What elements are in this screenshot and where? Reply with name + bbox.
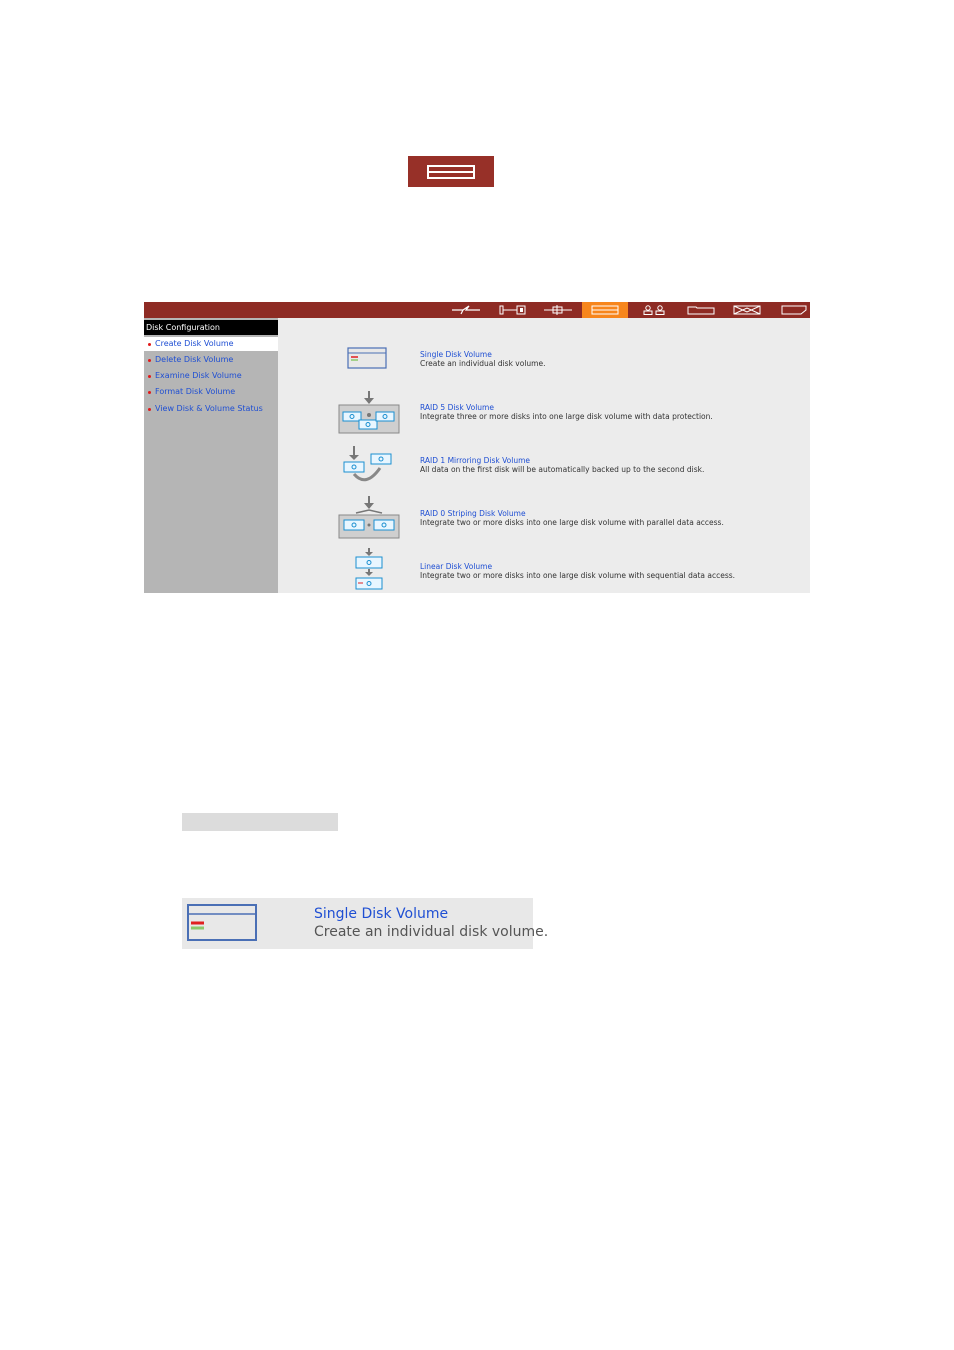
disk-configuration-panel: Disk Configuration Create Disk Volume De… bbox=[144, 302, 810, 593]
option-title[interactable]: Single Disk Volume bbox=[314, 906, 448, 923]
bullet-icon bbox=[148, 343, 151, 346]
single-disk-volume-zoom: Single Disk Volume Create an individual … bbox=[182, 898, 548, 949]
connector-icon[interactable] bbox=[538, 302, 578, 318]
linear-disk-icon[interactable] bbox=[354, 548, 384, 593]
option-desc: All data on the first disk will be autom… bbox=[420, 465, 705, 474]
sidebar-item-label: Delete Disk Volume bbox=[155, 355, 234, 364]
bullet-icon bbox=[148, 408, 151, 411]
sidebar-item-format-disk-volume[interactable]: Format Disk Volume bbox=[144, 385, 278, 399]
folder-icon[interactable] bbox=[681, 302, 721, 318]
users-icon[interactable] bbox=[634, 302, 674, 318]
bullet-icon bbox=[148, 359, 151, 362]
option-title[interactable]: Single Disk Volume bbox=[420, 350, 800, 359]
sidebar-item-examine-disk-volume[interactable]: Examine Disk Volume bbox=[144, 369, 278, 383]
option-raid0-striping-disk-volume: RAID 0 Striping Disk Volume Integrate tw… bbox=[420, 509, 800, 527]
sidebar-title: Disk Configuration bbox=[144, 320, 278, 335]
option-desc: Integrate two or more disks into one lar… bbox=[420, 518, 724, 527]
sidebar-item-label: View Disk & Volume Status bbox=[155, 404, 263, 413]
single-disk-icon[interactable] bbox=[187, 904, 257, 945]
sidebar-item-label: Examine Disk Volume bbox=[155, 371, 242, 380]
sidebar: Disk Configuration Create Disk Volume De… bbox=[144, 318, 278, 593]
bullet-icon bbox=[148, 375, 151, 378]
single-disk-icon[interactable] bbox=[347, 347, 387, 373]
envelope-icon[interactable] bbox=[727, 302, 767, 318]
option-desc: Integrate three or more disks into one l… bbox=[420, 412, 713, 421]
option-title[interactable]: RAID 5 Disk Volume bbox=[420, 403, 800, 412]
option-raid1-mirroring-disk-volume: RAID 1 Mirroring Disk Volume All data on… bbox=[420, 456, 800, 474]
raid5-icon[interactable] bbox=[338, 391, 400, 439]
raid0-icon[interactable] bbox=[338, 496, 400, 544]
sidebar-item-delete-disk-volume[interactable]: Delete Disk Volume bbox=[144, 353, 278, 367]
sidebar-item-view-disk-volume-status[interactable]: View Disk & Volume Status bbox=[144, 402, 278, 416]
option-raid5-disk-volume: RAID 5 Disk Volume Integrate three or mo… bbox=[420, 403, 800, 421]
lightning-icon[interactable] bbox=[446, 302, 486, 318]
sidebar-item-label: Create Disk Volume bbox=[155, 339, 234, 348]
highlight-bar bbox=[182, 813, 338, 831]
option-single-disk-volume: Single Disk Volume Create an individual … bbox=[420, 350, 800, 368]
option-title[interactable]: Linear Disk Volume bbox=[420, 562, 800, 571]
option-title[interactable]: RAID 0 Striping Disk Volume bbox=[420, 509, 800, 518]
disk-config-icon bbox=[408, 156, 494, 187]
option-desc: Integrate two or more disks into one lar… bbox=[420, 571, 736, 580]
sidebar-item-label: Format Disk Volume bbox=[155, 387, 236, 396]
option-linear-disk-volume: Linear Disk Volume Integrate two or more… bbox=[420, 562, 800, 580]
bullet-icon bbox=[148, 391, 151, 394]
tag-icon[interactable] bbox=[774, 302, 810, 318]
option-desc: Create an individual disk volume. bbox=[314, 924, 549, 940]
option-title[interactable]: RAID 1 Mirroring Disk Volume bbox=[420, 456, 800, 465]
raid1-icon[interactable] bbox=[342, 444, 394, 488]
sidebar-item-create-disk-volume[interactable]: Create Disk Volume bbox=[144, 337, 278, 351]
network-icon[interactable] bbox=[492, 302, 532, 318]
disk-config-tab-icon[interactable] bbox=[582, 302, 628, 318]
top-toolbar bbox=[144, 302, 810, 318]
option-desc: Create an individual disk volume. bbox=[420, 359, 546, 368]
